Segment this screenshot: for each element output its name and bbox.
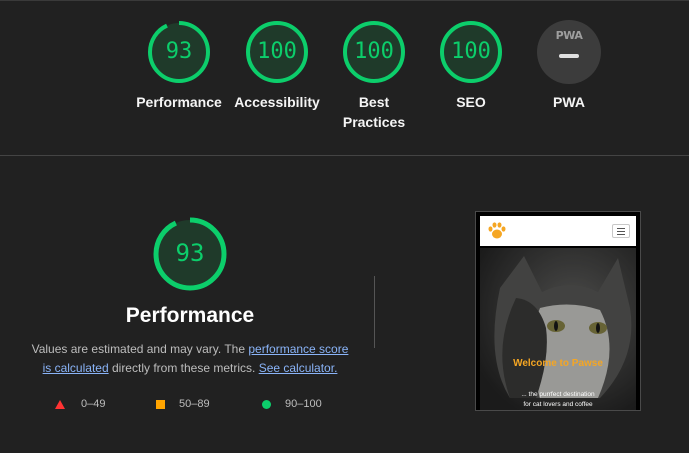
gauge-label: Best Practices — [329, 92, 419, 132]
final-screenshot[interactable]: Welcome to Pawse ... the purrfect destin… — [475, 211, 641, 411]
gauge-label: SEO — [426, 92, 516, 112]
note-text: Values are estimated and may vary. The — [31, 342, 249, 356]
gauge-score: 100 — [354, 39, 394, 64]
legend-range: 0–49 — [81, 398, 106, 410]
hero-image: Welcome to Pawse ... the purrfect destin… — [480, 248, 636, 410]
see-calculator-link[interactable]: See calculator. — [259, 361, 338, 375]
performance-note: Values are estimated and may vary. The p… — [30, 340, 350, 378]
gauge-label-line: Best — [358, 94, 390, 110]
gauge-label-line: SEO — [456, 94, 486, 110]
lighthouse-report: 93 Performance 100 Accessibility 100 Bes… — [0, 0, 689, 453]
gauge-best-practices[interactable]: 100 Best Practices — [329, 20, 419, 132]
triangle-icon — [55, 399, 65, 409]
legend-fail: 0–49 — [55, 396, 105, 412]
hero-subtitle-line: for cat lovers and coffee — [523, 401, 593, 408]
hamburger-menu-icon — [612, 224, 630, 238]
score-legend: 0–49 50–89 90–100 — [55, 396, 355, 412]
pwa-dash-icon — [559, 54, 579, 58]
legend-pass: 90–100 — [262, 396, 322, 412]
performance-score: 93 — [175, 239, 205, 267]
circle-icon — [262, 399, 271, 409]
paw-logo-icon — [488, 222, 506, 239]
site-header — [480, 216, 636, 246]
gauge-label-line: Practices — [342, 114, 406, 130]
gauge-score: 100 — [451, 39, 491, 64]
gauge-label: Performance — [134, 92, 224, 112]
legend-range: 50–89 — [179, 398, 210, 410]
pwa-badge: PWA — [537, 20, 601, 84]
performance-title: Performance — [125, 304, 255, 327]
gauge-label: Accessibility — [232, 92, 322, 112]
performance-gauge: 93 — [145, 215, 235, 300]
cat-photo — [480, 248, 636, 410]
hero-subtitle: ... the purrfect destination for cat lov… — [480, 390, 636, 410]
gauge-performance[interactable]: 93 Performance — [134, 20, 224, 112]
gauge-seo[interactable]: 100 SEO — [426, 20, 516, 112]
gauge-score: 93 — [165, 39, 193, 64]
gauge-label-line: Accessibility — [234, 94, 320, 110]
legend-range: 90–100 — [285, 398, 322, 410]
gauge-label: PWA — [524, 92, 614, 112]
section-divider — [0, 155, 689, 156]
gauge-label-line: PWA — [553, 94, 585, 110]
top-border — [0, 0, 689, 1]
gauge-accessibility[interactable]: 100 Accessibility — [232, 20, 322, 112]
gauge-pwa[interactable]: PWA PWA — [524, 20, 614, 112]
pwa-logo-icon: PWA — [555, 29, 583, 42]
note-text: directly from these metrics. — [108, 361, 259, 375]
gauge-label-line: Performance — [136, 94, 222, 110]
gauge-score: 100 — [257, 39, 297, 64]
vertical-separator — [374, 276, 375, 348]
hero-subtitle-line: ... the purrfect destination — [521, 391, 595, 398]
legend-average: 50–89 — [156, 396, 210, 412]
square-icon — [156, 399, 165, 409]
hero-title: Welcome to Pawse — [513, 358, 603, 369]
